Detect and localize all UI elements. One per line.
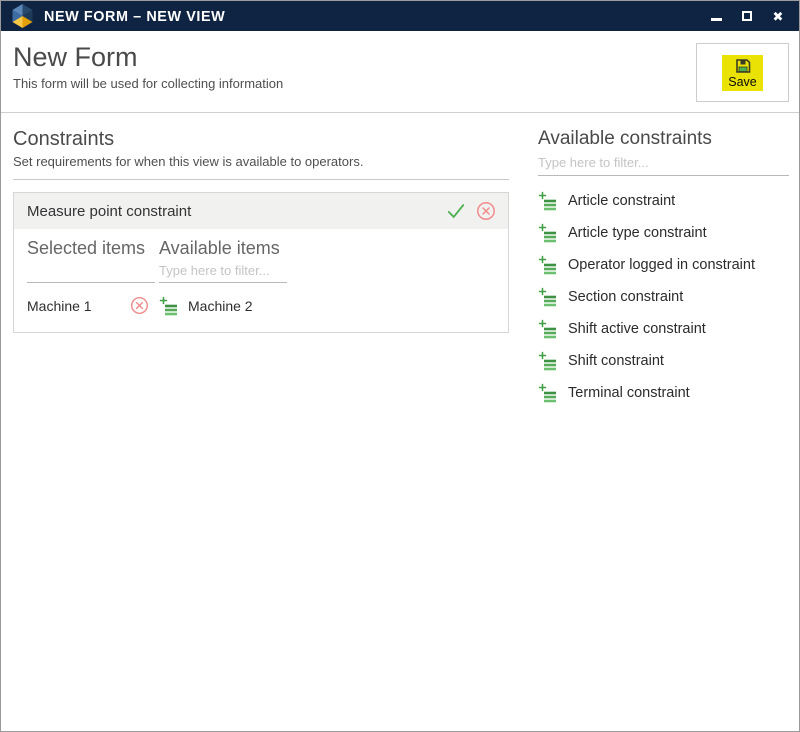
add-to-list-icon [538,351,558,371]
available-constraints-section: Available constraints [538,127,789,409]
available-item-label: Machine 2 [188,298,253,314]
available-constraint-item[interactable]: Shift constraint [538,345,789,377]
circle-x-icon [476,201,496,221]
selected-items-title: Selected items [27,237,159,260]
available-constraint-item[interactable]: Section constraint [538,281,789,313]
constraint-label: Article type constraint [568,225,707,241]
available-constraint-item[interactable]: Shift active constraint [538,313,789,345]
page-subtitle: This form will be used for collecting in… [13,76,799,91]
constraints-subtitle: Set requirements for when this view is a… [13,154,509,180]
add-constraint-icon[interactable] [538,351,558,371]
save-button[interactable]: Save [722,55,763,91]
available-constraints-list: Article constraint Article type c [538,185,789,409]
toolbar: Save [696,43,789,102]
minimize-icon [711,18,722,21]
main-content: Constraints Set requirements for when th… [1,113,799,409]
add-to-list-icon [538,287,558,307]
constraint-card-header: Measure point constraint [14,193,508,229]
app-window: NEW FORM – NEW VIEW ✖ New Form This form… [0,0,800,732]
add-to-list-icon [538,383,558,403]
available-item-row[interactable]: Machine 2 [159,296,498,316]
add-to-list-icon [538,319,558,339]
remove-constraint-button[interactable] [476,201,496,221]
circle-x-icon [130,296,149,315]
available-items-title: Available items [159,237,498,260]
window-controls: ✖ [709,9,791,23]
add-to-list-icon [159,296,179,316]
form-header: New Form This form will be used for coll… [1,31,799,113]
selected-items-filter-input[interactable] [27,262,155,283]
available-items-filter-input[interactable] [159,262,287,283]
maximize-icon [742,11,752,21]
available-items-column: Available items Mach [159,237,498,316]
available-constraints-filter-input[interactable] [538,154,789,176]
constraint-label: Operator logged in constraint [568,257,755,273]
selected-item-row: Machine 1 [27,296,159,315]
constraint-label: Section constraint [568,289,683,305]
remove-item-button[interactable] [130,296,149,315]
constraint-card-title: Measure point constraint [27,203,191,220]
constraint-label: Shift constraint [568,353,664,369]
constraint-label: Shift active constraint [568,321,706,337]
save-button-label: Save [728,75,757,89]
constraints-title: Constraints [13,127,509,152]
add-constraint-icon[interactable] [538,383,558,403]
constraint-card-body: Selected items Machine 1 [14,229,508,332]
available-constraints-title: Available constraints [538,127,789,151]
confirm-constraint-button[interactable] [445,201,467,221]
selected-item-label: Machine 1 [27,298,92,314]
add-constraint-icon[interactable] [538,191,558,211]
measure-point-constraint-card: Measure point constraint [13,192,509,333]
selected-items-column: Selected items Machine 1 [27,237,159,316]
available-constraint-item[interactable]: Article constraint [538,185,789,217]
save-icon [735,58,751,74]
maximize-button[interactable] [740,9,754,23]
window-title: NEW FORM – NEW VIEW [44,8,225,25]
add-constraint-icon[interactable] [538,255,558,275]
add-to-list-icon [538,191,558,211]
close-icon: ✖ [773,10,784,23]
constraint-label: Article constraint [568,193,675,209]
titlebar: NEW FORM – NEW VIEW ✖ [1,1,799,31]
add-constraint-icon[interactable] [538,223,558,243]
constraint-label: Terminal constraint [568,385,690,401]
add-to-list-icon [538,223,558,243]
add-to-list-icon [538,255,558,275]
check-icon [445,201,467,221]
constraints-section: Constraints Set requirements for when th… [13,127,509,409]
add-item-button[interactable] [159,296,179,316]
close-button[interactable]: ✖ [771,9,785,23]
available-constraint-item[interactable]: Terminal constraint [538,377,789,409]
minimize-button[interactable] [709,9,723,23]
app-logo-cube-icon [10,3,35,29]
available-constraint-item[interactable]: Operator logged in constraint [538,249,789,281]
available-constraint-item[interactable]: Article type constraint [538,217,789,249]
add-constraint-icon[interactable] [538,287,558,307]
page-title: New Form [13,41,799,73]
add-constraint-icon[interactable] [538,319,558,339]
